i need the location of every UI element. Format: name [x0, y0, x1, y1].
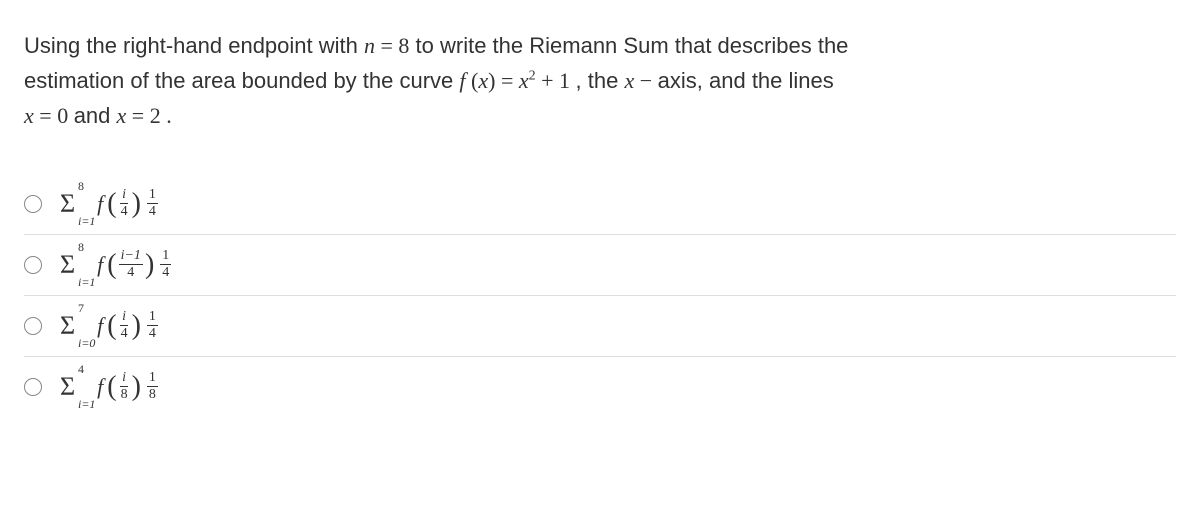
mult-frac: 1 4 — [147, 188, 158, 219]
n-var: n — [364, 33, 375, 58]
option-2-math: Σ 8 i=1 f ( i−1 4 ) 1 4 — [60, 249, 173, 281]
option-1[interactable]: Σ 8 i=1 f ( i 4 ) 1 4 — [24, 174, 1176, 235]
rparen: ) — [132, 310, 141, 342]
options-list: Σ 8 i=1 f ( i 4 ) 1 4 Σ 8 i=1 f — [24, 174, 1176, 417]
sigma-lower: i=1 — [78, 214, 95, 229]
q-text-3: estimation of the area bounded by the cu… — [24, 68, 459, 93]
f-label: f — [97, 252, 103, 278]
sigma-upper: 8 — [78, 179, 84, 194]
x-axis-var: x — [624, 68, 634, 93]
option-3-math: Σ 7 i=0 f ( i 4 ) 1 4 — [60, 310, 160, 342]
mult-num: 1 — [147, 188, 158, 204]
v1: 0 — [57, 103, 74, 128]
sigma-symbol: Σ 8 i=1 — [60, 189, 75, 219]
option-3[interactable]: Σ 7 i=0 f ( i 4 ) 1 4 — [24, 296, 1176, 357]
sigma-symbol: Σ 7 i=0 — [60, 311, 75, 341]
f-label: f — [97, 191, 103, 217]
mult-den: 4 — [147, 326, 158, 341]
rparen: ) — [145, 249, 154, 281]
arg-frac: i 4 — [119, 188, 130, 219]
dash: − — [634, 68, 657, 93]
x1-var: x — [24, 103, 34, 128]
arg-den: 8 — [119, 387, 130, 402]
arg-num: i−1 — [119, 249, 143, 265]
f-plus: + 1 — [536, 68, 576, 93]
n-val: 8 — [398, 33, 409, 58]
q-text-1: Using the right-hand endpoint with — [24, 33, 364, 58]
lparen: ( — [107, 188, 116, 220]
option-4[interactable]: Σ 4 i=1 f ( i 8 ) 1 8 — [24, 357, 1176, 417]
x2-var: x — [117, 103, 127, 128]
option-4-math: Σ 4 i=1 f ( i 8 ) 1 8 — [60, 371, 160, 403]
f-x2: x — [519, 68, 529, 93]
option-2[interactable]: Σ 8 i=1 f ( i−1 4 ) 1 4 — [24, 235, 1176, 296]
lparen: ( — [107, 371, 116, 403]
arg-num: i — [120, 188, 128, 204]
f-close: ) = — [488, 68, 519, 93]
arg-num: i — [120, 371, 128, 387]
lparen: ( — [107, 310, 116, 342]
radio-icon[interactable] — [24, 378, 42, 396]
v2: 2 . — [150, 103, 172, 128]
sigma-char: Σ — [60, 372, 75, 401]
sigma-upper: 4 — [78, 362, 84, 377]
eq-x2: = — [126, 103, 149, 128]
rparen: ) — [132, 371, 141, 403]
sigma-symbol: Σ 8 i=1 — [60, 250, 75, 280]
sigma-symbol: Σ 4 i=1 — [60, 372, 75, 402]
sigma-char: Σ — [60, 189, 75, 218]
f-open: ( — [466, 68, 479, 93]
comma-the: , the — [576, 68, 625, 93]
sigma-upper: 8 — [78, 240, 84, 255]
rparen: ) — [132, 188, 141, 220]
mult-frac: 1 8 — [147, 371, 158, 402]
f-label: f — [97, 313, 103, 339]
mult-den: 8 — [147, 387, 158, 402]
mult-num: 1 — [160, 249, 171, 265]
sigma-lower: i=1 — [78, 397, 95, 412]
arg-num: i — [120, 310, 128, 326]
radio-icon[interactable] — [24, 256, 42, 274]
mult-den: 4 — [147, 204, 158, 219]
sigma-char: Σ — [60, 311, 75, 340]
arg-frac: i 8 — [119, 371, 130, 402]
sigma-upper: 7 — [78, 301, 84, 316]
eq1: = — [375, 33, 398, 58]
q-text-2: to write the Riemann Sum that describes … — [409, 33, 848, 58]
sigma-lower: i=1 — [78, 275, 95, 290]
arg-den: 4 — [125, 265, 136, 280]
f-label: f — [97, 374, 103, 400]
sigma-char: Σ — [60, 250, 75, 279]
question-text: Using the right-hand endpoint with n = 8… — [24, 28, 1176, 134]
arg-frac: i−1 4 — [119, 249, 143, 280]
axis-text: axis, and the lines — [658, 68, 834, 93]
mult-num: 1 — [147, 310, 158, 326]
lparen: ( — [107, 249, 116, 281]
radio-icon[interactable] — [24, 317, 42, 335]
arg-den: 4 — [119, 204, 130, 219]
sigma-lower: i=0 — [78, 336, 95, 351]
eq-x1: = — [34, 103, 57, 128]
arg-frac: i 4 — [119, 310, 130, 341]
f-x: x — [478, 68, 488, 93]
radio-icon[interactable] — [24, 195, 42, 213]
option-1-math: Σ 8 i=1 f ( i 4 ) 1 4 — [60, 188, 160, 220]
mult-den: 4 — [160, 265, 171, 280]
arg-den: 4 — [119, 326, 130, 341]
and-text: and — [74, 103, 117, 128]
mult-frac: 1 4 — [160, 249, 171, 280]
mult-num: 1 — [147, 371, 158, 387]
f-sq: 2 — [529, 69, 536, 84]
mult-frac: 1 4 — [147, 310, 158, 341]
